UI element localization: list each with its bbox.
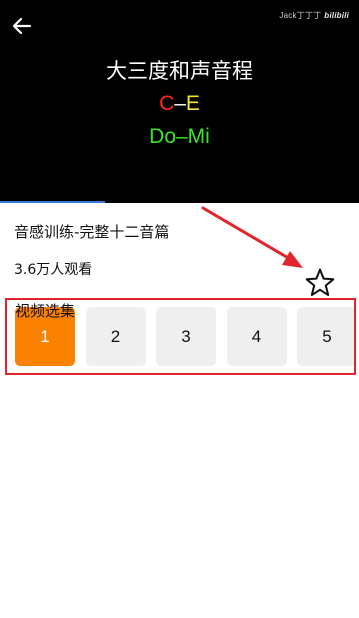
episode-selector: 视频选集 12345 xyxy=(5,298,356,375)
video-note-line: C–E xyxy=(0,91,359,117)
episode-button-3[interactable]: 3 xyxy=(156,307,216,366)
view-count: 3.6万人观看 xyxy=(14,262,93,278)
episode-button-5[interactable]: 5 xyxy=(297,307,354,366)
note-dash: – xyxy=(174,92,186,115)
note-right: E xyxy=(185,92,200,115)
video-progress-bar[interactable] xyxy=(0,201,105,203)
star-outline-icon[interactable] xyxy=(303,266,337,300)
watermark: Jack丁丁丁 bilibili xyxy=(279,10,349,21)
watermark-user: Jack丁丁丁 xyxy=(279,11,322,20)
video-title-line: 大三度和声音程 xyxy=(106,60,253,83)
video-solfege-line: Do–Mi xyxy=(149,125,210,148)
episode-button-2[interactable]: 2 xyxy=(85,307,146,366)
episode-header: 视频选集 xyxy=(15,302,76,320)
episode-button-4[interactable]: 4 xyxy=(226,307,287,366)
video-player[interactable]: Jack丁丁丁 bilibili 大三度和声音程 C–E Do–Mi xyxy=(0,0,359,203)
bilibili-logo: bilibili xyxy=(324,11,349,20)
note-left: C xyxy=(159,92,175,115)
arrow-left-icon[interactable] xyxy=(10,14,34,38)
video-title: 音感训练-完整十二音篇 xyxy=(14,223,170,241)
